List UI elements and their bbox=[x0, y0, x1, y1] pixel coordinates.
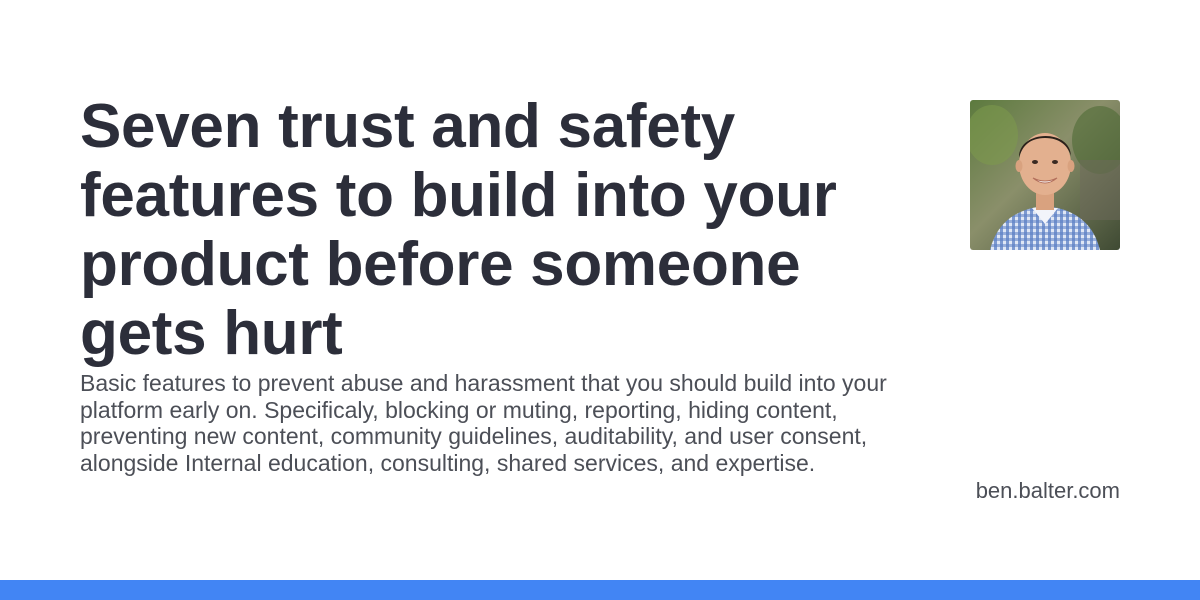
post-description: Basic features to prevent abuse and hara… bbox=[80, 370, 887, 476]
accent-bar bbox=[0, 580, 1200, 600]
social-share-card: Seven trust and safety features to build… bbox=[0, 0, 1200, 600]
author-portrait-photo bbox=[970, 100, 1120, 250]
author-avatar bbox=[970, 100, 1120, 250]
site-domain: ben.balter.com bbox=[975, 478, 1120, 503]
post-title: Seven trust and safety features to build… bbox=[80, 92, 837, 368]
